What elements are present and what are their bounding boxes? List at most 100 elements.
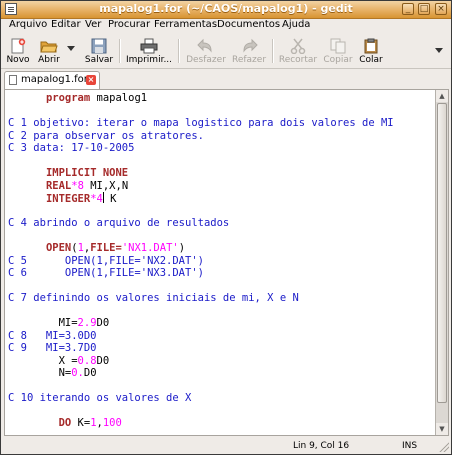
code-token: C 8 MI=3.0D0: [8, 329, 97, 342]
window-title: mapalog1.for (~/CAOS/mapalog1) - gedit: [99, 2, 353, 15]
undo-button[interactable]: Desfazer: [185, 36, 227, 66]
code-area[interactable]: program mapalog1 C 1 objetivo: iterar o m…: [8, 92, 436, 430]
redo-button[interactable]: Refazer: [230, 36, 268, 66]
document-tabs: mapalog1.for ×: [1, 69, 451, 89]
menu-editar[interactable]: Editar: [51, 19, 81, 30]
scissors-icon: [290, 38, 306, 54]
code-line: IMPLICIT NONE: [8, 167, 436, 180]
code-token: FILE=: [90, 242, 122, 254]
tab-label: mapalog1.for: [21, 74, 88, 85]
undo-icon: [197, 38, 212, 53]
close-window-button[interactable]: ×: [435, 3, 447, 15]
new-document-icon: [11, 38, 26, 54]
code-line: X =0.8D0: [8, 355, 436, 368]
scroll-down-arrow-icon[interactable]: ▼: [436, 423, 448, 435]
code-token: D0: [96, 354, 110, 367]
text-editor[interactable]: program mapalog1 C 1 objetivo: iterar o m…: [4, 89, 449, 436]
open-recent-dropdown[interactable]: [65, 36, 77, 66]
code-token: 0.: [71, 367, 84, 379]
menu-ajuda[interactable]: Ajuda: [282, 19, 310, 30]
dropdown-arrow-icon: [67, 46, 75, 51]
menu-ver[interactable]: Ver: [85, 19, 101, 30]
code-token: C 3 data: 17-10-2005: [8, 142, 135, 154]
gedit-window: mapalog1.for (~/CAOS/mapalog1) - gedit _…: [0, 0, 452, 455]
code-line: OPEN(1,FILE='NX1.DAT'): [8, 242, 436, 255]
code-token: X =: [8, 354, 78, 367]
save-button[interactable]: Salvar: [84, 36, 114, 66]
toolbar-separator: [178, 39, 180, 63]
code-line: C 2 para observar os atratores.: [8, 130, 436, 143]
cut-button[interactable]: Recortar: [278, 36, 318, 66]
menu-documentos[interactable]: Documentos: [217, 19, 280, 30]
code-token: D0: [83, 367, 97, 379]
copy-icon: [330, 38, 346, 54]
maximize-button[interactable]: □: [418, 3, 430, 15]
code-token: C 1 objetivo: iterar o mapa logistico pa…: [8, 117, 394, 129]
code-token: REAL: [45, 179, 72, 192]
new-button[interactable]: Novo: [4, 36, 32, 66]
code-token: N=: [8, 367, 72, 379]
menu-arquivo[interactable]: Arquivo: [9, 19, 47, 30]
tab-mapalog1[interactable]: mapalog1.for ×: [4, 71, 100, 89]
code-line: C 3 data: 17-10-2005: [8, 142, 436, 155]
code-line: N=0.D0: [8, 367, 436, 380]
status-bar: Lin 9, Col 16 INS: [1, 438, 451, 454]
minimize-button[interactable]: _: [402, 3, 414, 15]
code-line: C 6 OPEN(1,FILE='NX3.DAT'): [8, 267, 436, 280]
vertical-scrollbar[interactable]: ▲ ▼: [435, 90, 448, 435]
copy-button[interactable]: Copiar: [322, 36, 354, 66]
code-token: C 5 OPEN(1,FILE='NX2.DAT'): [8, 254, 204, 267]
code-line: MI=2.9D0: [8, 317, 436, 330]
code-token: K=: [71, 417, 91, 429]
save-disk-icon: [91, 38, 107, 54]
toolbar: Novo Abrir Salvar Imprimir... Desfazer R…: [1, 34, 451, 69]
code-token: C 4 abrindo o arquivo de resultados: [8, 217, 230, 229]
toolbar-separator: [272, 39, 274, 63]
code-token: C 7 definindo os valores iniciais de mi,…: [8, 292, 299, 304]
scrollbar-thumb[interactable]: [437, 103, 447, 403]
menu-procurar[interactable]: Procurar: [108, 19, 150, 30]
overflow-arrow-icon: [435, 48, 443, 53]
scroll-up-arrow-icon[interactable]: ▲: [436, 90, 448, 102]
clipboard-icon: [364, 38, 378, 54]
code-token: mapalog1: [90, 92, 148, 104]
code-token: 'NX1.DAT': [121, 242, 179, 254]
code-token: C 6 OPEN(1,FILE='NX3.DAT'): [8, 267, 204, 279]
title-bar[interactable]: mapalog1.for (~/CAOS/mapalog1) - gedit _…: [1, 1, 451, 19]
code-token: C 2 para observar os atratores.: [8, 129, 204, 142]
menu-bar: Arquivo Editar Ver Procurar Ferramentas …: [1, 18, 451, 33]
toolbar-overflow-button[interactable]: [433, 36, 445, 66]
code-token: OPEN: [45, 242, 72, 254]
insert-mode: INS: [402, 441, 418, 451]
code-token: 100: [102, 417, 122, 429]
code-token: K: [103, 193, 117, 205]
code-line: INTEGER*4 K: [8, 192, 436, 205]
code-token: 2.9: [77, 317, 97, 329]
print-button[interactable]: Imprimir...: [124, 36, 174, 66]
code-line: C 5 OPEN(1,FILE='NX2.DAT'): [8, 255, 436, 268]
resize-grip-icon[interactable]: [439, 442, 449, 452]
code-line: C 9 MI=3.7D0: [8, 342, 436, 355]
toolbar-separator: [119, 39, 121, 63]
menu-ferramentas[interactable]: Ferramentas: [154, 19, 217, 30]
open-button[interactable]: Abrir: [35, 36, 63, 66]
code-line: DO K=1,100: [8, 417, 436, 430]
code-token: INTEGER: [45, 193, 91, 205]
close-tab-icon[interactable]: ×: [86, 75, 96, 85]
document-icon: [9, 75, 17, 85]
paste-button[interactable]: Colar: [357, 36, 385, 66]
